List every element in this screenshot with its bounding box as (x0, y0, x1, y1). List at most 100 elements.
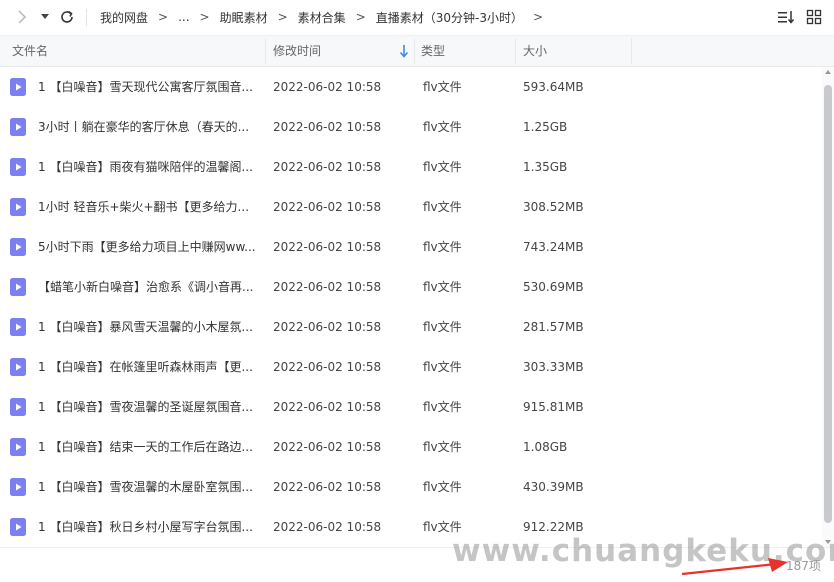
file-type: flv文件 (423, 80, 462, 94)
file-row[interactable]: 1 【白噪音】雨夜有猫咪陪伴的温馨阁... 2022-06-02 10:58 flv… (0, 147, 822, 187)
file-modified: 2022-06-02 10:58 (273, 80, 382, 94)
breadcrumb-item[interactable]: 素材合集 (296, 9, 348, 26)
file-type: flv文件 (423, 480, 462, 494)
video-file-icon (10, 118, 26, 136)
breadcrumb-current[interactable]: 直播素材（30分钟-3小时） (374, 9, 525, 26)
file-row[interactable]: 1 【白噪音】在帐篷里听森林雨声【更... 2022-06-02 10:58 flv… (0, 347, 822, 387)
breadcrumb-item[interactable]: ... (176, 10, 191, 24)
file-type: flv文件 (423, 360, 462, 374)
breadcrumb-item[interactable]: 助眠素材 (218, 9, 270, 26)
file-name[interactable]: 1 【白噪音】雨夜有猫咪陪伴的温馨阁... (38, 147, 260, 187)
file-modified: 2022-06-02 10:58 (273, 200, 382, 214)
file-modified: 2022-06-02 10:58 (273, 360, 382, 374)
file-list: 1 【白噪音】雪天现代公寓客厅氛围音... 2022-06-02 10:58 flv… (0, 67, 822, 547)
file-row[interactable]: 1小时 轻音乐+柴火+翻书【更多给力... 2022-06-02 10:58 flv… (0, 187, 822, 227)
file-modified: 2022-06-02 10:58 (273, 520, 382, 534)
file-row[interactable]: 5小时下雨【更多给力项目上中赚网ww... 2022-06-02 10:58 flv… (0, 227, 822, 267)
file-name[interactable]: 5小时下雨【更多给力项目上中赚网ww... (38, 227, 260, 267)
column-header: 文件名 修改时间 类型 大小 (0, 36, 834, 67)
file-row[interactable]: 3小时丨躺在豪华的客厅休息（春天的... 2022-06-02 10:58 flv文… (0, 107, 822, 147)
file-name[interactable]: 1 【白噪音】雪夜温馨的圣诞屋氛围音... (38, 387, 260, 427)
breadcrumb-item[interactable]: 我的网盘 (98, 9, 150, 26)
file-type: flv文件 (423, 200, 462, 214)
video-file-icon (10, 518, 26, 536)
video-file-icon (10, 238, 26, 256)
sort-list-icon[interactable] (777, 8, 795, 26)
refresh-icon[interactable] (58, 8, 76, 26)
file-name[interactable]: 【蜡笔小新白噪音】治愈系《调小音再... (38, 267, 260, 307)
column-divider[interactable] (414, 38, 415, 64)
file-name[interactable]: 1 【白噪音】结束一天的工作后在路边... (38, 427, 260, 467)
file-size: 593.64MB (523, 80, 584, 94)
video-file-icon (10, 278, 26, 296)
file-row[interactable]: 1 【白噪音】结束一天的工作后在路边... 2022-06-02 10:58 flv… (0, 427, 822, 467)
video-file-icon (10, 78, 26, 96)
sort-descending-icon (399, 44, 409, 58)
breadcrumb-separator: > (199, 10, 210, 24)
file-modified: 2022-06-02 10:58 (273, 320, 382, 334)
file-name[interactable]: 1 【白噪音】雪夜温馨的木屋卧室氛围... (38, 467, 260, 507)
file-name[interactable]: 3小时丨躺在豪华的客厅休息（春天的... (38, 107, 260, 147)
file-type: flv文件 (423, 160, 462, 174)
column-modified[interactable]: 修改时间 (273, 36, 413, 66)
video-file-icon (10, 478, 26, 496)
breadcrumb-separator: > (277, 10, 288, 24)
file-name[interactable]: 1 【白噪音】雪天现代公寓客厅氛围音... (38, 67, 260, 107)
column-divider[interactable] (631, 38, 632, 64)
vertical-scrollbar[interactable] (822, 67, 834, 547)
file-name[interactable]: 1小时 轻音乐+柴火+翻书【更多给力... (38, 187, 260, 227)
toolbar-divider (86, 9, 87, 26)
column-divider[interactable] (515, 38, 516, 64)
toolbar: 我的网盘 > ... > 助眠素材 > 素材合集 > 直播素材（30分钟-3小时… (0, 0, 834, 36)
video-file-icon (10, 198, 26, 216)
file-size: 1.08GB (523, 440, 568, 454)
column-name[interactable]: 文件名 (12, 36, 262, 66)
file-name[interactable]: 1 【白噪音】在帐篷里听森林雨声【更... (38, 347, 260, 387)
file-size: 915.81MB (523, 400, 584, 414)
file-type: flv文件 (423, 320, 462, 334)
breadcrumb-separator: > (355, 10, 366, 24)
video-file-icon (10, 358, 26, 376)
file-modified: 2022-06-02 10:58 (273, 480, 382, 494)
video-file-icon (10, 398, 26, 416)
file-size: 303.33MB (523, 360, 584, 374)
file-type: flv文件 (423, 400, 462, 414)
file-name[interactable]: 1 【白噪音】暴风雪天温馨的小木屋氛... (38, 307, 260, 347)
video-file-icon (10, 438, 26, 456)
file-row[interactable]: 1 【白噪音】暴风雪天温馨的小木屋氛... 2022-06-02 10:58 flv… (0, 307, 822, 347)
breadcrumb-separator: > (533, 10, 544, 24)
column-type[interactable]: 类型 (421, 36, 511, 66)
video-file-icon (10, 318, 26, 336)
grid-view-icon[interactable] (805, 8, 823, 26)
chevron-right-icon[interactable] (14, 8, 30, 26)
file-size: 1.35GB (523, 160, 568, 174)
file-type: flv文件 (423, 240, 462, 254)
file-modified: 2022-06-02 10:58 (273, 160, 382, 174)
caret-down-icon[interactable] (38, 10, 52, 24)
file-name[interactable]: 1 【白噪音】秋日乡村小屋写字台氛围... (38, 507, 260, 547)
column-divider[interactable] (265, 38, 266, 64)
file-type: flv文件 (423, 440, 462, 454)
file-type: flv文件 (423, 280, 462, 294)
file-type: flv文件 (423, 120, 462, 134)
file-row[interactable]: 【蜡笔小新白噪音】治愈系《调小音再... 2022-06-02 10:58 flv文… (0, 267, 822, 307)
column-size[interactable]: 大小 (523, 36, 623, 66)
file-modified: 2022-06-02 10:58 (273, 440, 382, 454)
item-count: 187项 (786, 559, 821, 573)
file-modified: 2022-06-02 10:58 (273, 240, 382, 254)
file-size: 530.69MB (523, 280, 584, 294)
scroll-thumb[interactable] (824, 85, 832, 523)
file-size: 743.24MB (523, 240, 584, 254)
file-modified: 2022-06-02 10:58 (273, 280, 382, 294)
file-size: 430.39MB (523, 480, 584, 494)
breadcrumb: 我的网盘 > ... > 助眠素材 > 素材合集 > 直播素材（30分钟-3小时… (98, 8, 551, 26)
file-row[interactable]: 1 【白噪音】雪天现代公寓客厅氛围音... 2022-06-02 10:58 flv… (0, 67, 822, 107)
file-modified: 2022-06-02 10:58 (273, 120, 382, 134)
breadcrumb-separator: > (158, 10, 169, 24)
file-row[interactable]: 1 【白噪音】雪夜温馨的木屋卧室氛围... 2022-06-02 10:58 flv… (0, 467, 822, 507)
file-size: 308.52MB (523, 200, 584, 214)
scroll-up-arrow[interactable] (825, 70, 831, 74)
file-row[interactable]: 1 【白噪音】雪夜温馨的圣诞屋氛围音... 2022-06-02 10:58 flv… (0, 387, 822, 427)
video-file-icon (10, 158, 26, 176)
file-size: 1.25GB (523, 120, 568, 134)
